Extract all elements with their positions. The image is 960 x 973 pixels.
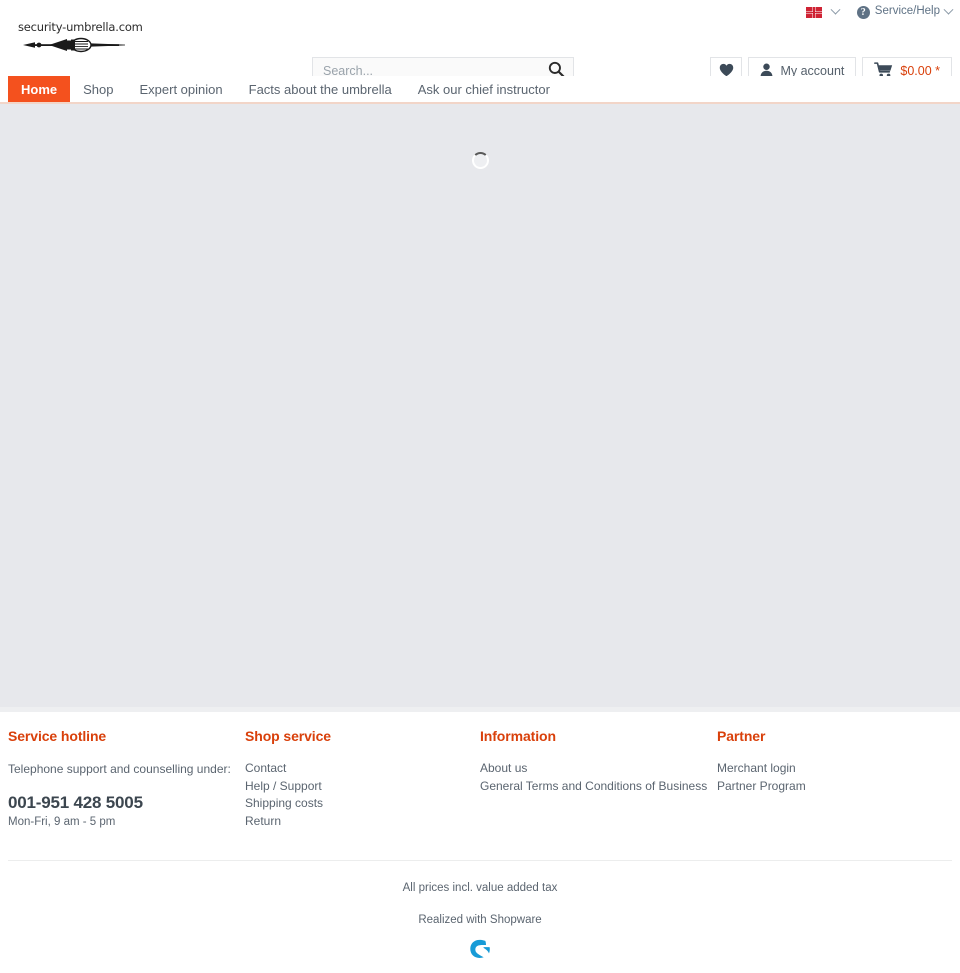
footer-link-return[interactable]: Return — [245, 813, 480, 831]
main-content-area — [0, 104, 960, 712]
uk-flag-icon — [805, 6, 822, 18]
nav-item-facts-about-the-umbrella[interactable]: Facts about the umbrella — [236, 76, 405, 102]
logo-text: security-umbrella.com — [18, 20, 143, 34]
footer-link-contact[interactable]: Contact — [245, 760, 480, 778]
site-header: security-umbrella.com Search... My accou… — [0, 20, 960, 85]
site-logo[interactable]: security-umbrella.com — [18, 20, 143, 54]
service-help-menu[interactable]: ? Service/Help — [856, 4, 954, 19]
nav-item-expert-opinion[interactable]: Expert opinion — [127, 76, 236, 102]
footer-bottom: All prices incl. value added tax Realize… — [0, 861, 960, 960]
hotline-intro-text: Telephone support and counselling under: — [8, 762, 231, 776]
footer-link-merchant-login[interactable]: Merchant login — [717, 760, 947, 778]
footer-link-about-us[interactable]: About us — [480, 760, 717, 778]
footer-column-shop-service: Shop service Contact Help / Support Ship… — [245, 729, 480, 830]
hotline-opening-hours: Mon-Fri, 9 am - 5 pm — [8, 816, 116, 828]
umbrella-sword-logo-icon — [18, 36, 130, 54]
footer-link-partner-program[interactable]: Partner Program — [717, 778, 947, 796]
site-footer: Service hotline Telephone support and co… — [0, 712, 960, 960]
hotline-phone-number: 001-951 428 5005 — [8, 793, 143, 812]
chevron-down-icon — [830, 4, 841, 15]
shopware-logo-icon[interactable] — [0, 938, 960, 960]
footer-column-service-hotline: Service hotline Telephone support and co… — [8, 729, 245, 830]
footer-column-information: Information About us General Terms and C… — [480, 729, 717, 830]
footer-column-partner: Partner Merchant login Partner Program — [717, 729, 947, 830]
footer-columns: Service hotline Telephone support and co… — [0, 729, 960, 830]
nav-item-home[interactable]: Home — [8, 76, 71, 102]
help-circle-icon: ? — [856, 5, 870, 19]
nav-item-shop[interactable]: Shop — [70, 76, 126, 102]
realized-with-text: Realized with Shopware — [418, 913, 542, 926]
page-root: ? Service/Help security-umbrella.com Sea… — [0, 0, 960, 973]
loading-spinner-icon — [471, 152, 489, 169]
chevron-down-icon — [943, 4, 954, 15]
footer-heading: Partner — [717, 728, 766, 744]
language-switcher[interactable] — [805, 4, 841, 18]
main-navigation: Home Shop Expert opinion Facts about the… — [0, 76, 960, 104]
footer-heading: Service hotline — [8, 728, 107, 744]
top-bar: ? Service/Help — [0, 0, 960, 24]
footer-link-shipping-costs[interactable]: Shipping costs — [245, 795, 480, 813]
footer-link-terms-and-conditions[interactable]: General Terms and Conditions of Business — [480, 778, 717, 796]
footer-heading: Information — [480, 728, 556, 744]
footer-link-help-support[interactable]: Help / Support — [245, 778, 480, 796]
nav-item-ask-our-chief-instructor[interactable]: Ask our chief instructor — [405, 76, 563, 102]
service-help-label: Service/Help — [874, 5, 940, 18]
footer-heading: Shop service — [245, 728, 331, 744]
vat-note: All prices incl. value added tax — [402, 882, 558, 894]
